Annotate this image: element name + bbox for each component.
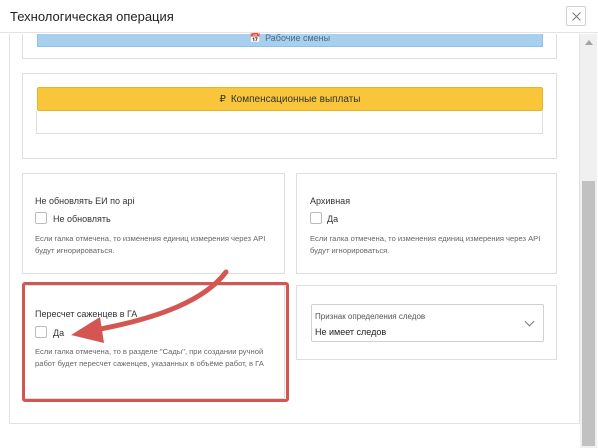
- work-shifts-button[interactable]: 📅 Рабочие смены: [37, 34, 543, 47]
- trace-detection-select[interactable]: Признак определения следов Не имеет след…: [311, 304, 544, 342]
- trace-detection-value: Не имеет следов: [315, 327, 387, 337]
- no-update-units-title: Не обновлять ЕИ по api: [35, 196, 135, 206]
- chevron-down-icon: [524, 316, 535, 327]
- archive-title: Архивная: [310, 196, 351, 206]
- vertical-scrollbar[interactable]: [580, 34, 597, 448]
- dialog-header: Технологическая операция: [0, 0, 598, 33]
- compensation-list-area: [36, 111, 543, 134]
- annotation-highlight-box: [22, 282, 289, 402]
- no-update-units-checkbox-label: Не обновлять: [53, 214, 111, 224]
- archive-checkbox[interactable]: [310, 212, 322, 224]
- trace-detection-label: Признак определения следов: [315, 312, 426, 321]
- archive-hint: Если галка отмечена, то изменения единиц…: [310, 234, 541, 255]
- scroll-up-icon[interactable]: [585, 40, 593, 45]
- close-icon[interactable]: [566, 6, 586, 26]
- compensation-button[interactable]: ₽ Компенсационные выплаты: [37, 87, 543, 111]
- dialog-title: Технологическая операция: [10, 9, 174, 24]
- ruble-icon: ₽: [219, 93, 226, 105]
- calendar-icon: 📅: [249, 33, 262, 43]
- archive-checkbox-label: Да: [327, 214, 339, 224]
- scrollbar-thumb[interactable]: [582, 181, 595, 446]
- compensation-label: Компенсационные выплаты: [230, 93, 361, 105]
- work-shifts-label: Рабочие смены: [265, 33, 331, 43]
- no-update-units-checkbox[interactable]: [35, 212, 47, 224]
- no-update-units-hint: Если галка отмечена, то изменения единиц…: [35, 234, 266, 255]
